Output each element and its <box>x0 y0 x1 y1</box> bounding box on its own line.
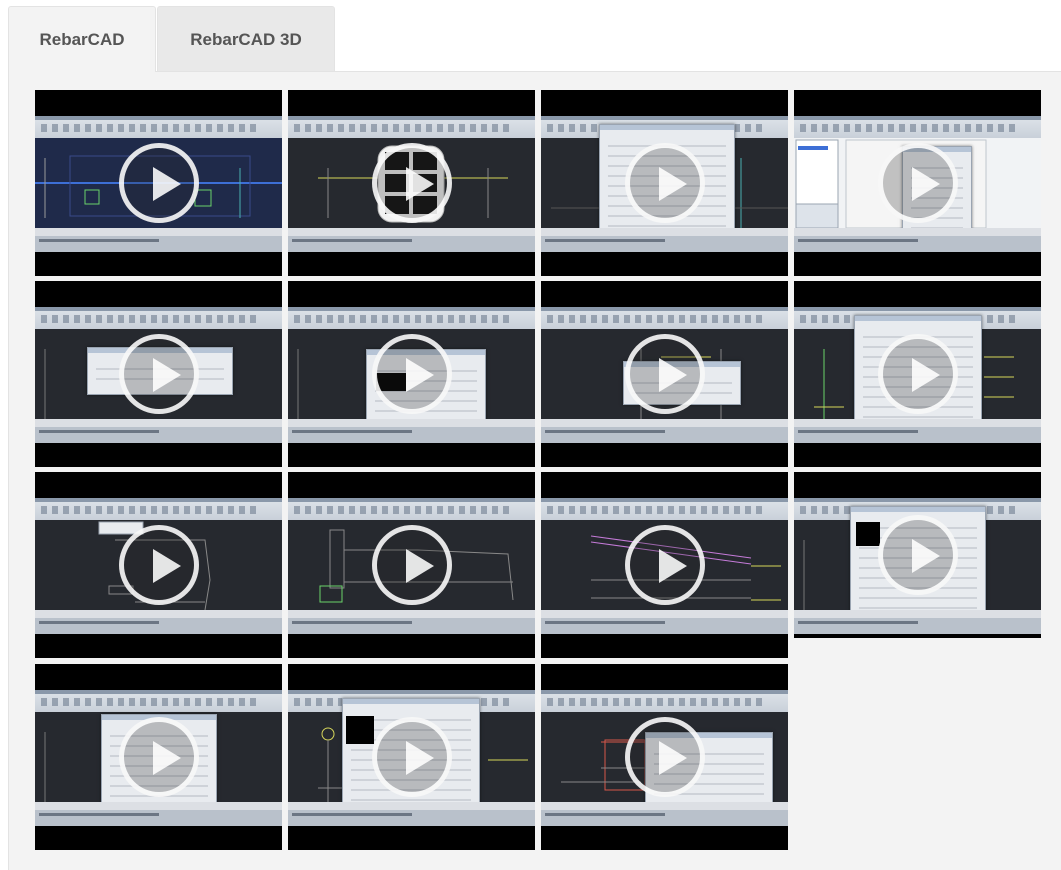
video-thumbnail-3[interactable] <box>541 90 788 276</box>
play-button-icon[interactable] <box>118 143 199 223</box>
video-thumbnail-9[interactable] <box>35 472 282 658</box>
video-thumbnail-2[interactable] <box>288 90 535 276</box>
video-thumbnail-13[interactable] <box>35 664 282 850</box>
video-thumbnail-12[interactable] <box>794 472 1041 638</box>
video-thumbnail-10[interactable] <box>288 472 535 658</box>
video-thumbnail-11[interactable] <box>541 472 788 658</box>
preview-image <box>856 522 880 546</box>
play-button-icon[interactable] <box>118 717 199 797</box>
video-thumbnail-6[interactable] <box>288 281 535 467</box>
play-button-icon[interactable] <box>877 334 958 414</box>
play-button-icon[interactable] <box>624 334 705 414</box>
preview-image <box>346 716 374 744</box>
play-button-icon[interactable] <box>624 143 705 223</box>
play-button-icon[interactable] <box>624 525 705 605</box>
tab-bar: RebarCAD RebarCAD 3D <box>8 6 335 72</box>
video-thumbnail-7[interactable] <box>541 281 788 467</box>
play-button-icon[interactable] <box>118 334 199 414</box>
play-button-icon[interactable] <box>371 143 452 223</box>
video-thumbnail-5[interactable] <box>35 281 282 467</box>
video-thumbnail-8[interactable] <box>794 281 1041 467</box>
play-button-icon[interactable] <box>624 717 705 797</box>
play-button-icon[interactable] <box>371 717 452 797</box>
tab-rebarcad-3d[interactable]: RebarCAD 3D <box>157 6 335 72</box>
play-button-icon[interactable] <box>877 143 958 223</box>
play-button-icon[interactable] <box>118 525 199 605</box>
play-button-icon[interactable] <box>371 525 452 605</box>
video-thumbnail-14[interactable] <box>288 664 535 850</box>
play-button-icon[interactable] <box>371 334 452 414</box>
play-button-icon[interactable] <box>877 515 958 595</box>
video-thumbnail-4[interactable] <box>794 90 1041 276</box>
video-thumbnail-15[interactable] <box>541 664 788 850</box>
tab-rebarcad[interactable]: RebarCAD <box>8 6 156 72</box>
video-thumbnail-1[interactable] <box>35 90 282 276</box>
